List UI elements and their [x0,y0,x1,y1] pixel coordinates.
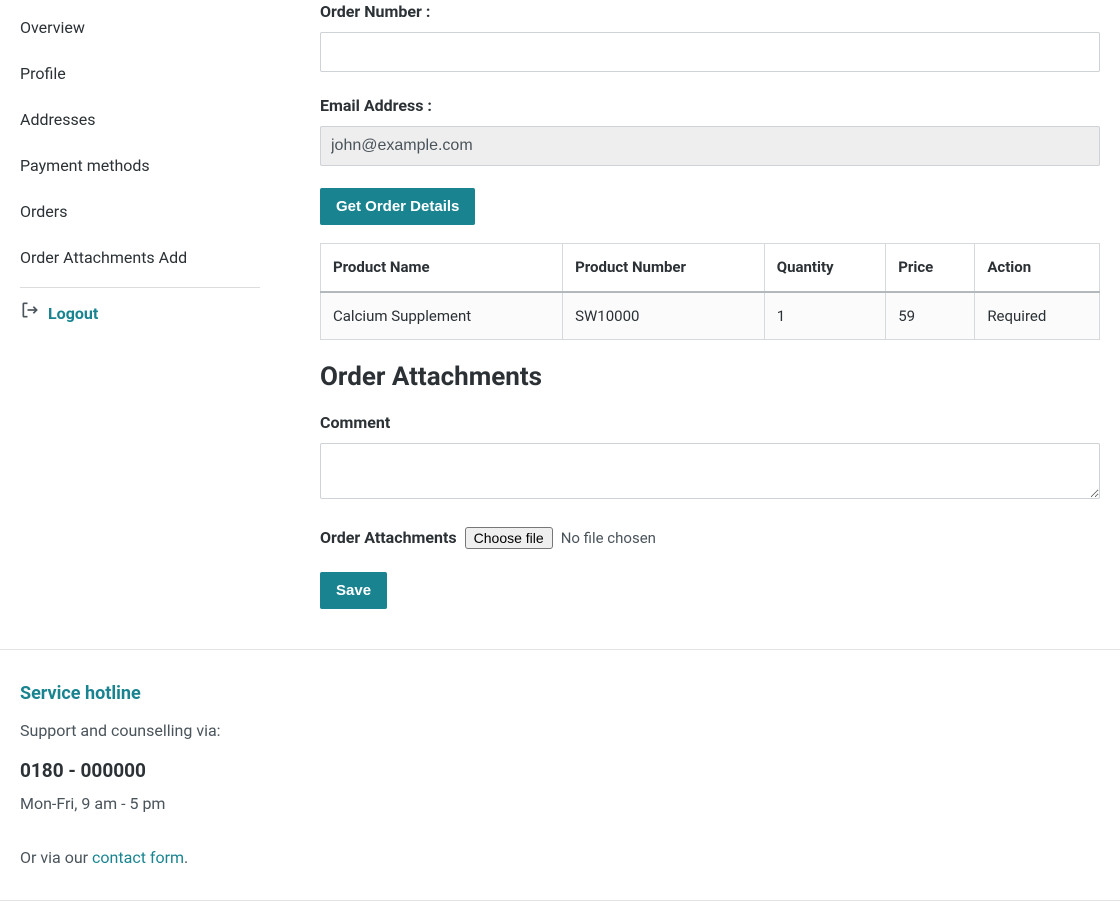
save-button[interactable]: Save [320,572,387,609]
order-table: Product Name Product Number Quantity Pri… [320,243,1100,340]
email-label: Email Address : [320,94,1100,118]
sidebar-divider [20,287,260,288]
order-attachments-file-label: Order Attachments [320,526,457,550]
footer-hours: Mon-Fri, 9 am - 5 pm [20,792,1100,816]
main-content: Order Number : Email Address : Get Order… [260,0,1100,629]
footer-heading: Service hotline [20,680,1100,707]
footer-separator-bottom [0,900,1120,901]
th-quantity: Quantity [764,244,885,292]
footer-phone: 0180 - 000000 [20,757,1100,786]
logout-link[interactable]: Logout [20,300,260,327]
choose-file-button[interactable]: Choose file [465,527,553,549]
sidebar-item-overview[interactable]: Overview [20,10,260,51]
sidebar-item-orders[interactable]: Orders [20,189,260,235]
email-input [320,126,1100,166]
footer: Service hotline Support and counselling … [0,650,1120,900]
footer-via-prefix: Or via our [20,848,92,867]
get-order-details-button[interactable]: Get Order Details [320,188,475,225]
sidebar-item-addresses[interactable]: Addresses [20,97,260,143]
comment-label: Comment [320,411,1100,435]
td-action: Required [975,292,1100,340]
th-product-name: Product Name [321,244,563,292]
td-product-name: Calcium Supplement [321,292,563,340]
order-number-input[interactable] [320,32,1100,72]
comment-textarea[interactable] [320,443,1100,499]
no-file-chosen-text: No file chosen [561,527,656,550]
logout-label: Logout [48,302,98,326]
sidebar-item-profile[interactable]: Profile [20,51,260,97]
th-product-number: Product Number [563,244,765,292]
logout-icon [20,300,40,327]
th-action: Action [975,244,1100,292]
td-quantity: 1 [764,292,885,340]
account-sidebar: Overview Profile Addresses Payment metho… [20,0,260,629]
sidebar-item-order-attachments-add[interactable]: Order Attachments Add [20,235,260,281]
td-price: 59 [886,292,975,340]
th-price: Price [886,244,975,292]
footer-via-suffix: . [184,848,188,867]
contact-form-link[interactable]: contact form [92,848,184,867]
order-attachments-heading: Order Attachments [320,358,1100,397]
td-product-number: SW10000 [563,292,765,340]
table-row: Calcium Supplement SW10000 1 59 Required [321,292,1100,340]
footer-support-line: Support and counselling via: [20,719,1100,743]
footer-via: Or via our contact form. [20,846,1100,870]
order-number-label: Order Number : [320,0,1100,24]
sidebar-item-payment-methods[interactable]: Payment methods [20,143,260,189]
